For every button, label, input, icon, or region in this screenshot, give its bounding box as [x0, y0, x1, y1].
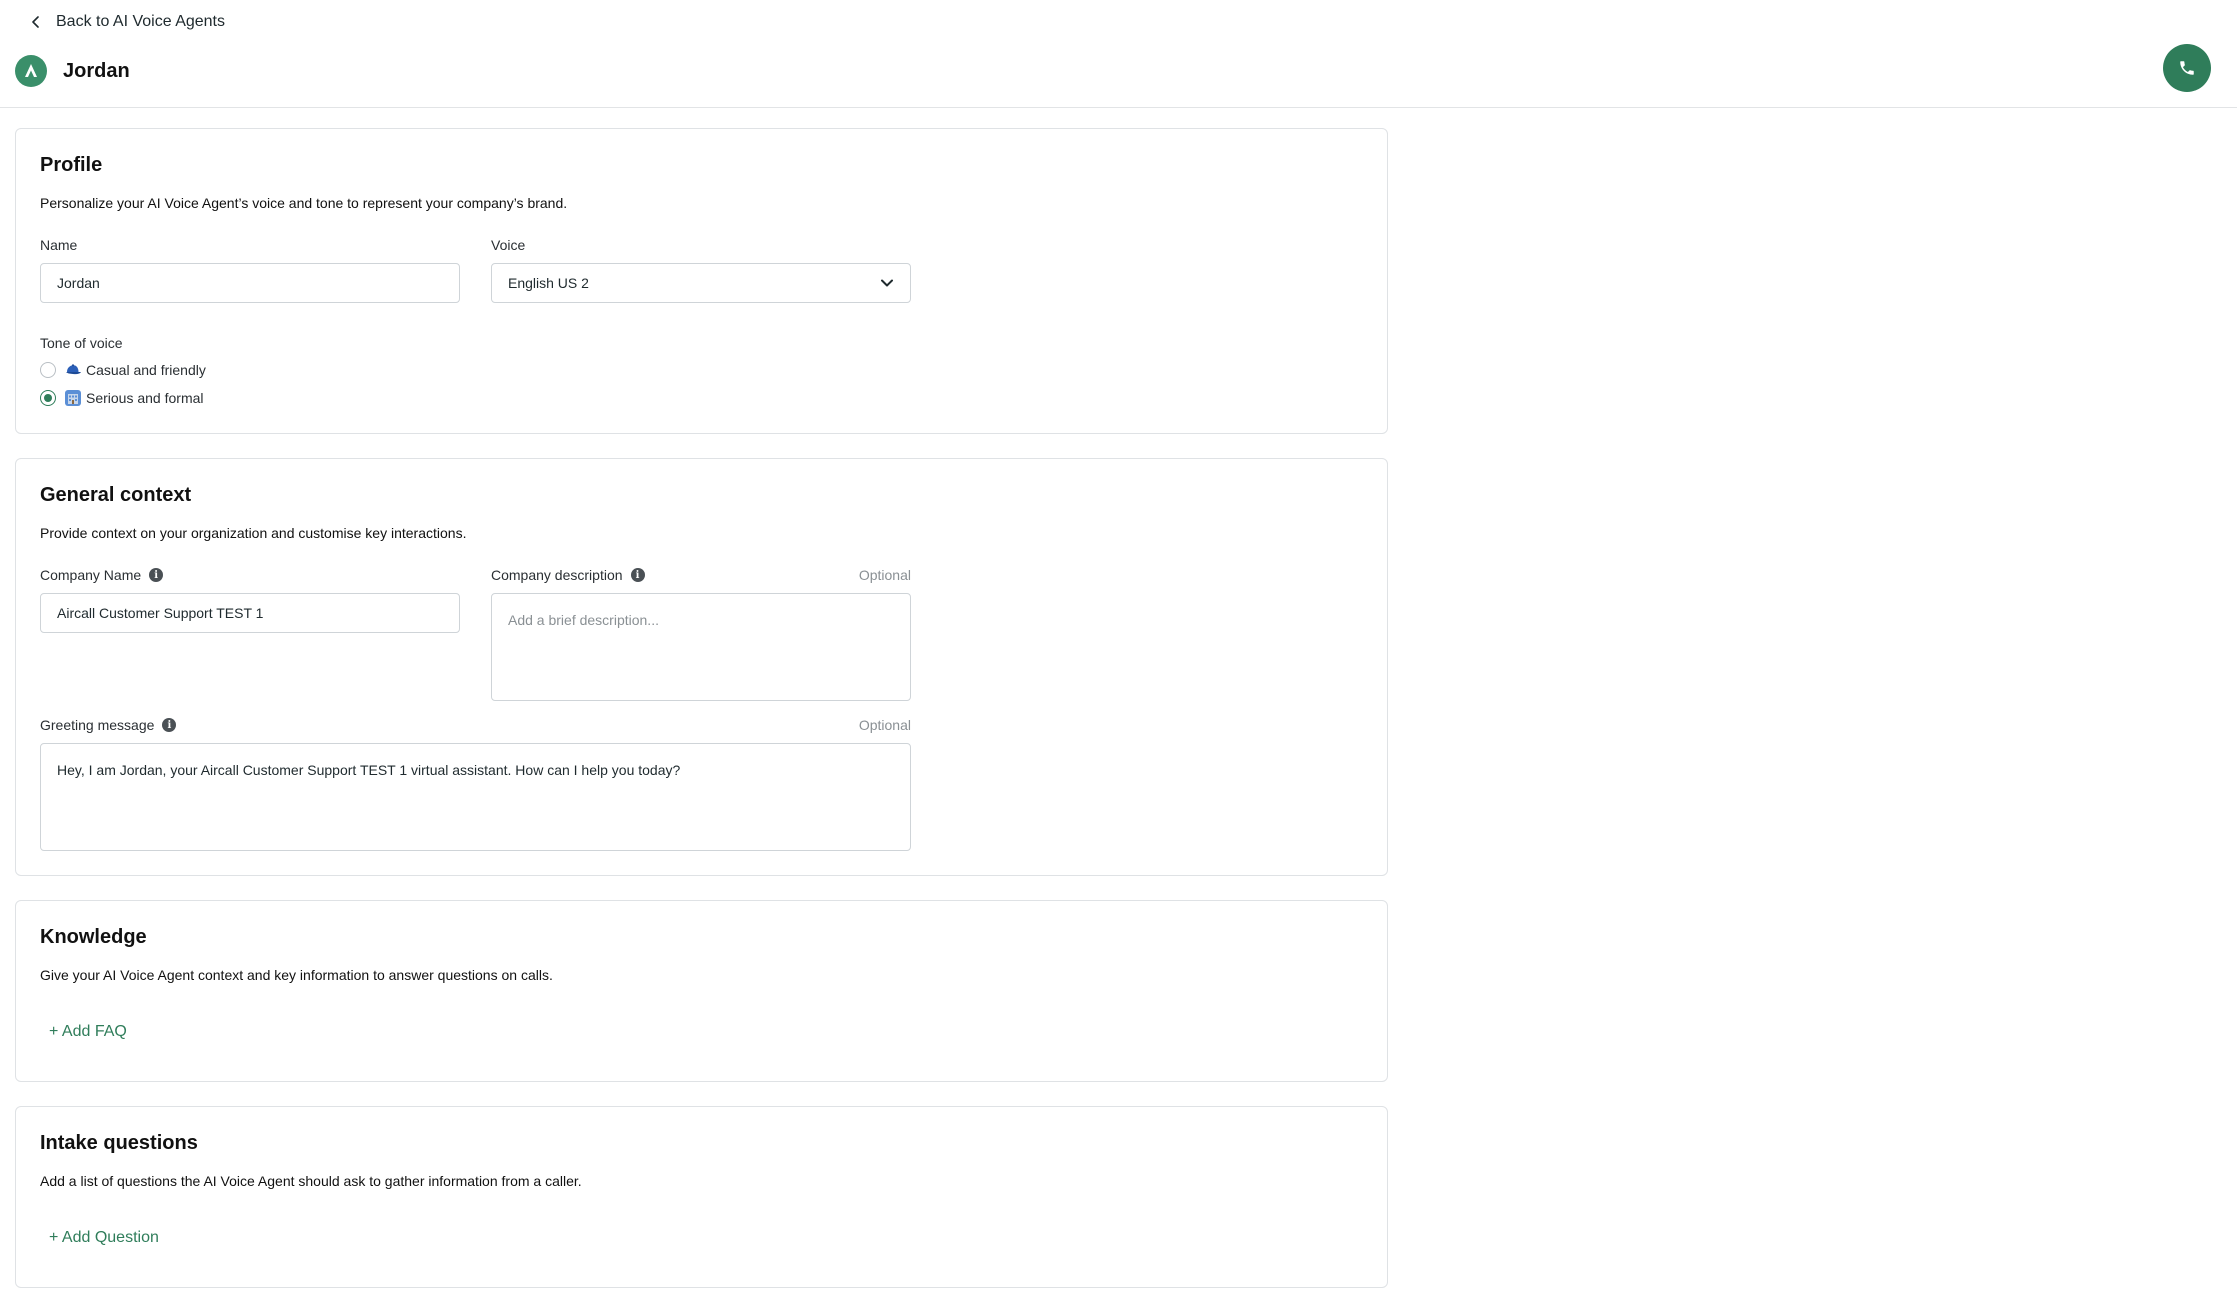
general-context-description: Provide context on your organization and… [40, 525, 467, 541]
agent-title-row: Jordan [15, 54, 130, 88]
tone-option-formal[interactable]: Serious and formal [40, 389, 204, 407]
profile-title: Profile [40, 154, 103, 176]
info-icon[interactable]: i [630, 568, 645, 582]
greeting-message-input[interactable]: Hey, I am Jordan, your Aircall Customer … [40, 743, 911, 851]
info-icon[interactable]: i [162, 718, 177, 732]
company-name-input[interactable] [40, 593, 460, 633]
intake-questions-card: Intake questions Add a list of questions… [15, 1106, 1388, 1288]
greeting-optional: Optional [858, 717, 911, 733]
add-faq-button[interactable]: + Add FAQ [49, 1023, 127, 1041]
office-emoji-icon [64, 389, 82, 407]
general-context-title: General context [40, 484, 192, 506]
info-icon[interactable]: i [149, 568, 164, 582]
profile-description: Personalize your AI Voice Agent’s voice … [40, 195, 568, 211]
general-context-card: General context Provide context on your … [15, 458, 1388, 876]
name-input[interactable] [40, 263, 460, 303]
name-label: Name [40, 237, 78, 253]
cap-emoji-icon [64, 361, 82, 379]
tone-label: Tone of voice [40, 335, 123, 351]
radio-casual[interactable] [40, 362, 56, 378]
aircall-logo-icon [25, 64, 37, 78]
page-header: Back to AI Voice Agents Jordan [0, 0, 2237, 108]
intake-questions-title: Intake questions [40, 1132, 198, 1154]
radio-formal[interactable] [40, 390, 56, 406]
back-link[interactable]: Back to AI Voice Agents [26, 10, 225, 34]
tone-option-casual[interactable]: Casual and friendly [40, 361, 206, 379]
knowledge-title: Knowledge [40, 926, 147, 948]
phone-icon [2180, 61, 2194, 75]
company-description-input[interactable] [491, 593, 911, 701]
chevron-left-icon [26, 12, 46, 32]
profile-card: Profile Personalize your AI Voice Agent’… [15, 128, 1388, 434]
back-link-label: Back to AI Voice Agents [56, 13, 225, 30]
company-name-label: Company Name i [40, 567, 164, 583]
company-description-optional: Optional [858, 567, 911, 583]
tone-option-label: Serious and formal [86, 390, 204, 406]
knowledge-card: Knowledge Give your AI Voice Agent conte… [15, 900, 1388, 1082]
intake-questions-description: Add a list of questions the AI Voice Age… [40, 1173, 582, 1189]
add-question-button[interactable]: + Add Question [49, 1229, 159, 1247]
test-call-button[interactable] [2163, 44, 2211, 92]
tone-option-label: Casual and friendly [86, 362, 206, 378]
knowledge-description: Give your AI Voice Agent context and key… [40, 967, 553, 983]
voice-label: Voice [491, 237, 526, 253]
greeting-label: Greeting message i [40, 717, 177, 733]
voice-select-value: English US 2 [508, 275, 589, 291]
agent-avatar [15, 55, 47, 87]
chevron-down-icon [880, 275, 894, 291]
voice-select[interactable]: English US 2 [491, 263, 911, 303]
company-description-label: Company description i [491, 567, 645, 583]
page-title: Jordan [63, 59, 130, 82]
